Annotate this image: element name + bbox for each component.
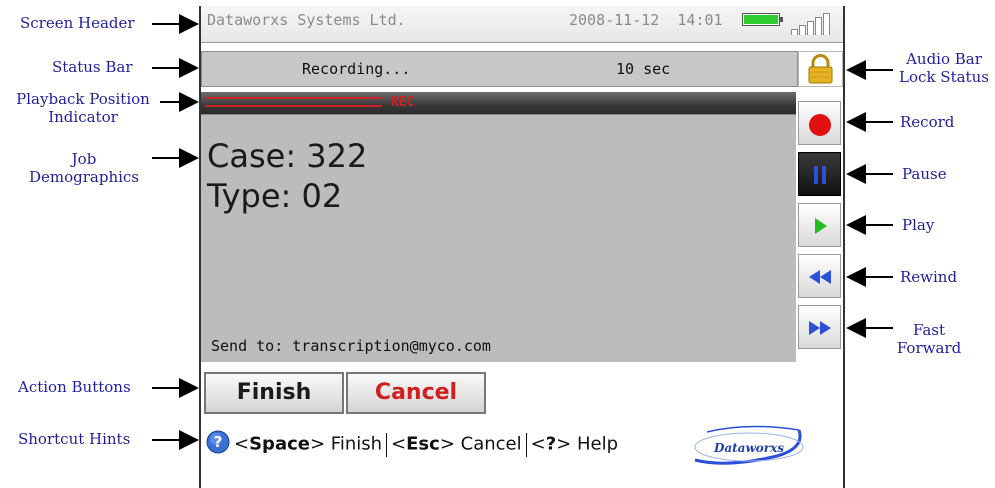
playback-position-indicator[interactable]: REC <box>201 92 796 114</box>
audio-lock-status[interactable] <box>798 51 843 87</box>
hint-help-action: Help <box>576 433 619 455</box>
annotation-job-line2: Demographics <box>28 168 140 186</box>
hint-separator <box>386 432 388 457</box>
pause-button[interactable] <box>798 152 841 196</box>
annotation-action-buttons: Action Buttons <box>18 378 131 396</box>
annotation-pause: Pause <box>902 165 947 183</box>
finish-button[interactable]: Finish <box>204 372 344 414</box>
annotation-screen-header: Screen Header <box>20 14 135 32</box>
shortcut-hints: ? <Space> Finish <Esc> Cancel <?> Help <box>206 430 618 460</box>
battery-icon <box>742 13 783 26</box>
play-icon <box>815 218 827 234</box>
annotation-ff-line1: Fast <box>912 321 946 339</box>
screen-header: Dataworxs Systems Ltd. 2008-11-12 14:01 <box>201 6 843 43</box>
case-number: Case: 322 <box>207 137 368 175</box>
pause-icon <box>814 166 826 184</box>
padlock-icon <box>808 54 833 84</box>
device-screen: Dataworxs Systems Ltd. 2008-11-12 14:01 … <box>199 6 845 488</box>
battery-tip <box>780 17 783 22</box>
dataworxs-logo: Dataworxs <box>687 420 813 472</box>
annotation-audio-lock: Audio Bar Lock Status <box>894 50 994 86</box>
annotation-ff-line2: Forward <box>896 339 962 357</box>
rewind-button[interactable] <box>798 254 841 298</box>
svg-text:Dataworxs: Dataworxs <box>713 441 784 455</box>
hint-help: <?> Help <box>530 433 619 455</box>
rewind-icon <box>809 270 831 284</box>
hint-separator <box>525 432 527 457</box>
hint-esc: <Esc> Cancel <box>391 433 522 455</box>
signal-bar <box>799 25 806 35</box>
recording-duration: 10 sec <box>616 60 671 78</box>
annotation-status-bar: Status Bar <box>52 58 133 76</box>
signal-strength-icon <box>789 11 835 35</box>
hint-space-key: Space <box>249 433 310 455</box>
annotation-playback-indicator: Playback Position Indicator <box>8 90 158 126</box>
hint-space-action: Finish <box>330 433 383 455</box>
annotation-job-line1: Job <box>71 150 97 168</box>
header-time: 14:01 <box>677 11 723 29</box>
fast-forward-button[interactable] <box>798 305 841 349</box>
job-demographics: Case: 322 Type: 02 Send to: transcriptio… <box>201 114 796 362</box>
record-icon <box>809 114 831 136</box>
signal-bar <box>791 29 798 35</box>
signal-bar <box>815 17 822 35</box>
status-bar: Recording... 10 sec <box>201 51 798 87</box>
send-to-address: Send to: transcription@myco.com <box>211 337 491 355</box>
annotation-fast-forward: Fast Forward <box>894 321 964 357</box>
svg-text:?: ? <box>214 433 223 451</box>
playback-label: REC <box>391 95 415 110</box>
signal-bar <box>807 21 814 35</box>
hint-space: <Space> Finish <box>234 433 383 455</box>
annotation-shortcut-hints: Shortcut Hints <box>18 430 131 448</box>
annotation-rewind: Rewind <box>900 268 958 286</box>
annotation-play: Play <box>902 216 935 234</box>
annotation-record: Record <box>900 113 955 131</box>
cancel-button[interactable]: Cancel <box>346 372 486 414</box>
date-time: 2008-11-12 14:01 <box>569 11 723 29</box>
job-type: Type: 02 <box>207 177 343 215</box>
annotation-audio-line1: Audio Bar <box>906 50 982 68</box>
help-icon[interactable]: ? <box>206 430 230 459</box>
company-name: Dataworxs Systems Ltd. <box>207 11 406 29</box>
annotation-playback-line1: Playback Position <box>16 90 150 108</box>
hint-esc-action: Cancel <box>460 433 522 455</box>
battery-fill <box>744 15 778 24</box>
recording-status: Recording... <box>302 60 411 78</box>
annotation-playback-line2: Indicator <box>48 108 118 126</box>
header-date: 2008-11-12 <box>569 11 660 29</box>
annotation-audio-line2: Lock Status <box>899 68 989 86</box>
hint-help-key: ? <box>545 433 557 455</box>
record-button[interactable] <box>798 101 841 145</box>
hint-esc-key: Esc <box>406 433 440 455</box>
playback-track <box>205 97 382 107</box>
fast-forward-icon <box>809 321 831 335</box>
play-button[interactable] <box>798 203 841 247</box>
signal-bar <box>823 13 830 35</box>
annotation-job-demographics: Job Demographics <box>22 150 146 186</box>
